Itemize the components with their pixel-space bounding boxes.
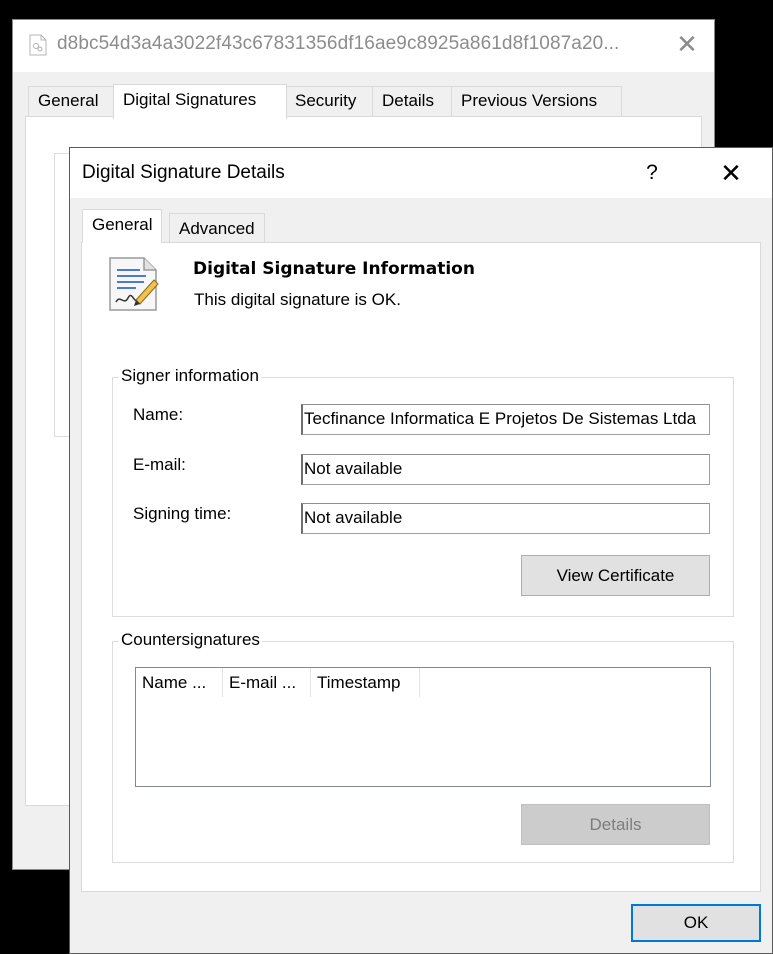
signer-information-group: Signer information Name: Tecfinance Info…	[112, 366, 734, 617]
help-icon[interactable]: ?	[638, 160, 666, 188]
signature-status-text: This digital signature is OK.	[194, 290, 401, 309]
tab-security[interactable]: Security	[285, 86, 373, 116]
tab-general[interactable]: General	[82, 209, 163, 243]
details-button: Details	[521, 804, 710, 845]
certificate-icon	[106, 254, 162, 314]
tab-previous-versions[interactable]: Previous Versions	[451, 86, 622, 116]
close-icon[interactable]: ✕	[716, 159, 746, 189]
dialog-title: Digital Signature Details	[82, 162, 285, 183]
signing-time-label: Signing time:	[133, 504, 232, 523]
email-label: E-mail:	[133, 455, 186, 474]
view-certificate-button[interactable]: View Certificate	[521, 555, 710, 596]
dialog-titlebar: Digital Signature Details ? ✕	[70, 148, 772, 198]
signer-email-field[interactable]: Not available	[301, 454, 710, 485]
signer-group-label: Signer information	[119, 366, 261, 386]
name-label: Name:	[133, 405, 184, 424]
close-icon[interactable]: ✕	[673, 30, 701, 58]
tab-general[interactable]: General	[28, 86, 115, 116]
general-tab-page: Digital Signature Information This digit…	[81, 242, 761, 892]
signature-details-dialog: Digital Signature Details ? ✕ General Ad…	[69, 147, 773, 954]
signature-info-heading: Digital Signature Information	[193, 259, 475, 279]
document-icon	[29, 34, 47, 56]
countersignatures-group: Countersignatures Name ... E-mail ... Ti…	[112, 630, 734, 863]
countersignatures-list[interactable]: Name ... E-mail ... Timestamp	[135, 667, 711, 787]
tab-digital-signatures[interactable]: Digital Signatures	[113, 84, 287, 119]
ok-button[interactable]: OK	[631, 904, 761, 942]
column-header-timestamp[interactable]: Timestamp	[311, 668, 420, 697]
signer-name-field[interactable]: Tecfinance Informatica E Projetos De Sis…	[301, 404, 710, 435]
properties-titlebar: d8bc54d3a4a3022f43c67831356df16ae9c8925a…	[13, 20, 714, 72]
column-header-name[interactable]: Name ...	[136, 668, 223, 697]
column-header-email[interactable]: E-mail ...	[223, 668, 311, 697]
tab-details[interactable]: Details	[372, 86, 452, 116]
properties-title: d8bc54d3a4a3022f43c67831356df16ae9c8925a…	[57, 33, 620, 54]
countersignatures-group-label: Countersignatures	[119, 630, 262, 650]
signing-time-field[interactable]: Not available	[301, 503, 710, 534]
tab-advanced[interactable]: Advanced	[169, 213, 265, 243]
